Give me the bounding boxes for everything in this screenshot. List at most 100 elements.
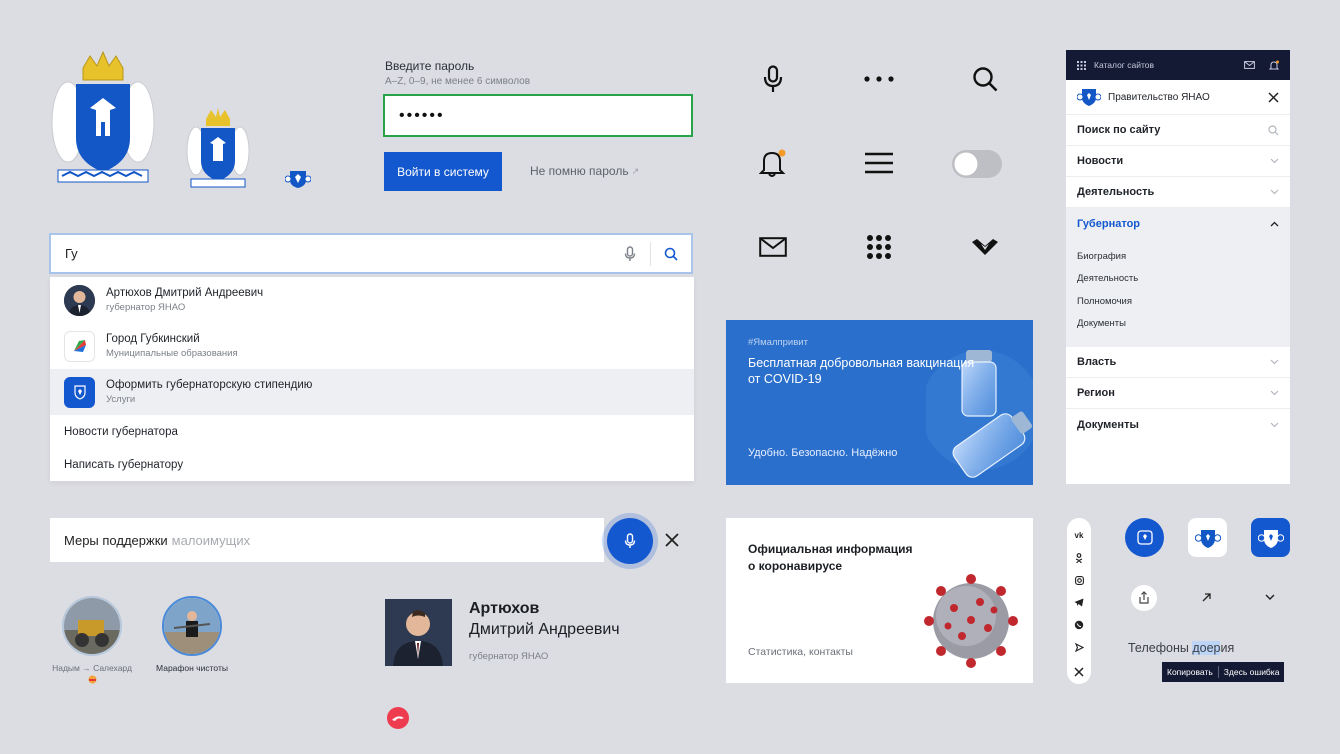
- person-photo: [385, 599, 452, 666]
- telegram-icon[interactable]: [1074, 592, 1084, 615]
- service-emblem-icon: [64, 376, 95, 408]
- emblem-round-tile[interactable]: [1125, 518, 1164, 557]
- emblem-icon: [1257, 529, 1284, 548]
- catalog-link[interactable]: Каталог сайтов: [1094, 60, 1244, 70]
- menu-item-label: Губернатор: [1077, 217, 1141, 230]
- microphone-icon[interactable]: [753, 59, 793, 99]
- corona-title-2: о коронавирусе: [748, 559, 843, 573]
- suggestion-item[interactable]: Написать губернатору: [50, 448, 694, 481]
- search-dropdown: Артюхов Дмитрий Андреевич губернатор ЯНА…: [50, 277, 694, 481]
- submenu-item[interactable]: Полномочия: [1077, 290, 1279, 313]
- close-icon[interactable]: [1074, 661, 1084, 684]
- coronavirus-info-card[interactable]: Официальная информация о коронавирусе Ст…: [726, 518, 1033, 683]
- support-autocomplete: малоимущих: [171, 532, 251, 548]
- phones-text: Телефоны доерия: [1128, 641, 1234, 655]
- mail-icon[interactable]: [1244, 61, 1255, 69]
- search-box[interactable]: Гу: [49, 233, 693, 274]
- emblem-small: [285, 167, 311, 189]
- close-icon[interactable]: [1268, 91, 1279, 103]
- menu-item-governor[interactable]: Губернатор: [1066, 208, 1290, 239]
- login-button[interactable]: Войти в систему: [384, 152, 502, 191]
- emblem-medium: [186, 107, 250, 189]
- hamburger-icon[interactable]: [859, 143, 899, 183]
- menu-item-activity[interactable]: Деятельность: [1066, 177, 1290, 208]
- result-title: Оформить губернаторскую стипендию: [106, 379, 313, 391]
- menu-search-label: Поиск по сайту: [1077, 124, 1161, 136]
- share-icon: [1131, 585, 1157, 611]
- social-share-panel: vk: [1067, 518, 1091, 684]
- chevron-up-icon: [1270, 221, 1279, 226]
- bell-icon[interactable]: [753, 143, 793, 183]
- search-icon[interactable]: [965, 59, 1005, 99]
- emoji-icon: [88, 675, 97, 684]
- toggle-switch[interactable]: [952, 150, 1002, 178]
- vk-icon[interactable]: vk: [1075, 524, 1084, 547]
- voice-search-button[interactable]: [610, 235, 650, 273]
- microphone-icon: [624, 245, 636, 261]
- story-marathon[interactable]: [162, 596, 222, 656]
- person-role: губернатор ЯНАО: [469, 651, 549, 662]
- password-label: Введите пароль: [385, 59, 475, 73]
- apps-grid-icon[interactable]: [1077, 60, 1086, 70]
- external-arrow-icon[interactable]: [1202, 593, 1211, 602]
- share-button[interactable]: [1131, 585, 1157, 611]
- search-icon: [1268, 124, 1279, 135]
- search-input[interactable]: Гу: [51, 246, 610, 261]
- promo-tag: #Ямалпривит: [748, 337, 808, 348]
- emblem-blue-tile[interactable]: [1251, 518, 1290, 557]
- menu-item-power[interactable]: Власть: [1066, 347, 1290, 378]
- selection-tooltip: Копировать Здесь ошибка: [1162, 662, 1285, 682]
- menu-item-news[interactable]: Новости: [1066, 146, 1290, 177]
- result-subtitle: губернатор ЯНАО: [106, 302, 186, 313]
- password-input[interactable]: ••••••: [383, 94, 693, 137]
- person-surname: Артюхов: [469, 600, 540, 617]
- story-label: Марафон чистоты: [156, 663, 228, 673]
- copy-button[interactable]: Копировать: [1162, 667, 1218, 677]
- clear-button[interactable]: [663, 531, 681, 549]
- report-error-button[interactable]: Здесь ошибка: [1219, 667, 1285, 677]
- viber-icon[interactable]: [1074, 614, 1084, 637]
- bell-icon[interactable]: [1269, 60, 1279, 71]
- microphone-icon: [624, 533, 636, 548]
- support-search-bar[interactable]: Меры поддержки малоимущих: [50, 518, 604, 562]
- submenu-item[interactable]: Деятельность: [1077, 268, 1279, 291]
- voice-input-button[interactable]: [607, 518, 653, 564]
- chevron-down-icon: [1270, 359, 1279, 365]
- mail-icon[interactable]: [753, 227, 793, 267]
- phones-after: ия: [1220, 641, 1235, 655]
- instagram-icon[interactable]: [1074, 569, 1084, 592]
- result-title: Артюхов Дмитрий Андреевич: [106, 287, 264, 299]
- chevron-down-icon: [1270, 189, 1279, 195]
- emblem-white-tile[interactable]: [1188, 518, 1227, 557]
- submenu-item[interactable]: Документы: [1077, 313, 1279, 336]
- menu-item-documents[interactable]: Документы: [1066, 409, 1290, 440]
- submenu-item[interactable]: Биография: [1077, 245, 1279, 268]
- menu-item-label: Документы: [1077, 418, 1139, 431]
- suggestion-item[interactable]: Новости губернатора: [50, 415, 694, 448]
- support-query: Меры поддержки: [64, 532, 168, 548]
- menu-item-region[interactable]: Регион: [1066, 378, 1290, 409]
- menu-search[interactable]: Поиск по сайту: [1066, 115, 1290, 146]
- city-logo-icon: [64, 330, 95, 362]
- more-dots-icon[interactable]: [859, 59, 899, 99]
- apps-grid-icon[interactable]: [859, 227, 899, 267]
- promo-title-1: Бесплатная добровольная вакцинация: [748, 356, 975, 370]
- record-badge-icon: [387, 707, 409, 729]
- search-result-service[interactable]: Оформить губернаторскую стипендию Услуги: [50, 369, 694, 415]
- corona-title-1: Официальная информация: [748, 542, 913, 556]
- menu-item-label: Власть: [1077, 356, 1117, 368]
- vaccine-promo-card[interactable]: #Ямалпривит Бесплатная добровольная вакц…: [726, 320, 1033, 485]
- forgot-password-link[interactable]: Не помню пароль ↗: [530, 164, 639, 178]
- logo-chevron-icon[interactable]: [965, 227, 1005, 267]
- result-subtitle: Муниципальные образования: [106, 348, 238, 359]
- search-submit-button[interactable]: [651, 235, 691, 273]
- chevron-down-icon[interactable]: [1265, 594, 1275, 601]
- search-result-person[interactable]: Артюхов Дмитрий Андреевич губернатор ЯНА…: [50, 277, 694, 323]
- share-arrow-icon[interactable]: [1074, 637, 1084, 660]
- search-result-city[interactable]: Город Губкинский Муниципальные образован…: [50, 323, 694, 369]
- close-icon: [665, 533, 679, 547]
- story-nadym[interactable]: [62, 596, 122, 656]
- side-menu: Каталог сайтов Правительство ЯНАО Поиск …: [1066, 50, 1290, 484]
- ok-icon[interactable]: [1075, 547, 1083, 570]
- person-avatar: [64, 284, 95, 316]
